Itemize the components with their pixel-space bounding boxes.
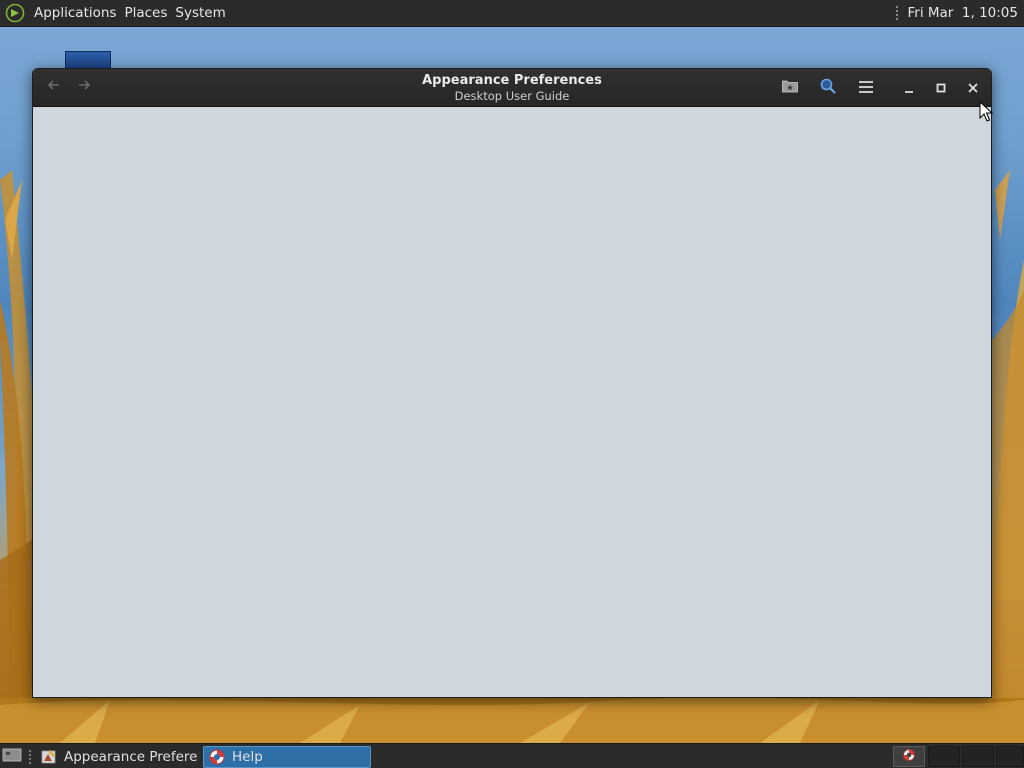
workspace-3[interactable]	[962, 746, 994, 767]
arrow-left-icon	[46, 77, 62, 97]
show-desktop-icon	[2, 747, 22, 767]
panel-grip-handle[interactable]	[895, 5, 900, 21]
appearance-preferences-icon	[40, 748, 58, 766]
minimize-button[interactable]	[895, 76, 923, 100]
bookmarks-button[interactable]	[776, 76, 804, 100]
back-button[interactable]	[41, 75, 67, 99]
top-panel: Applications Places System Fri Mar 1, 10…	[0, 0, 1024, 27]
workspace-2[interactable]	[928, 746, 960, 767]
places-menu[interactable]: Places	[120, 0, 171, 27]
maximize-icon	[935, 79, 947, 98]
distro-logo-icon[interactable]	[4, 2, 26, 24]
help-content-area[interactable]	[33, 107, 991, 697]
lifebuoy-icon	[902, 748, 916, 766]
mouse-cursor-icon	[979, 100, 994, 127]
menu-button[interactable]	[852, 76, 880, 100]
search-button[interactable]	[814, 76, 842, 100]
help-window: Appearance Preferences Desktop User Guid…	[32, 68, 992, 698]
window-subtitle: Desktop User Guide	[454, 89, 570, 103]
hamburger-menu-icon	[858, 79, 874, 98]
workspace-1[interactable]	[893, 746, 925, 767]
arrow-right-icon	[76, 77, 92, 97]
window-title: Appearance Preferences	[422, 73, 602, 88]
maximize-button[interactable]	[927, 76, 955, 100]
applications-menu[interactable]: Applications	[30, 0, 120, 27]
system-menu[interactable]: System	[171, 0, 229, 27]
taskbar-item-appearance[interactable]: Appearance Prefere...	[36, 746, 198, 768]
task-label: Help	[232, 749, 263, 765]
panel-grip-handle[interactable]	[28, 749, 32, 765]
bottom-panel: Appearance Prefere... Help	[0, 743, 1024, 768]
taskbar-item-help[interactable]: Help	[203, 746, 371, 768]
task-label: Appearance Prefere...	[64, 749, 198, 765]
panel-clock[interactable]: Fri Mar 1, 10:05	[907, 5, 1024, 21]
minimize-icon	[903, 79, 915, 98]
close-button[interactable]	[959, 76, 987, 100]
show-desktop-button[interactable]	[1, 747, 23, 766]
close-icon	[967, 79, 979, 98]
workspace-4[interactable]	[996, 746, 1024, 767]
folder-star-icon	[781, 78, 799, 98]
window-titles: Appearance Preferences Desktop User Guid…	[33, 73, 991, 104]
search-icon	[819, 77, 837, 99]
window-headerbar[interactable]: Appearance Preferences Desktop User Guid…	[33, 69, 991, 107]
lifebuoy-icon	[208, 748, 226, 766]
forward-button[interactable]	[71, 75, 97, 99]
